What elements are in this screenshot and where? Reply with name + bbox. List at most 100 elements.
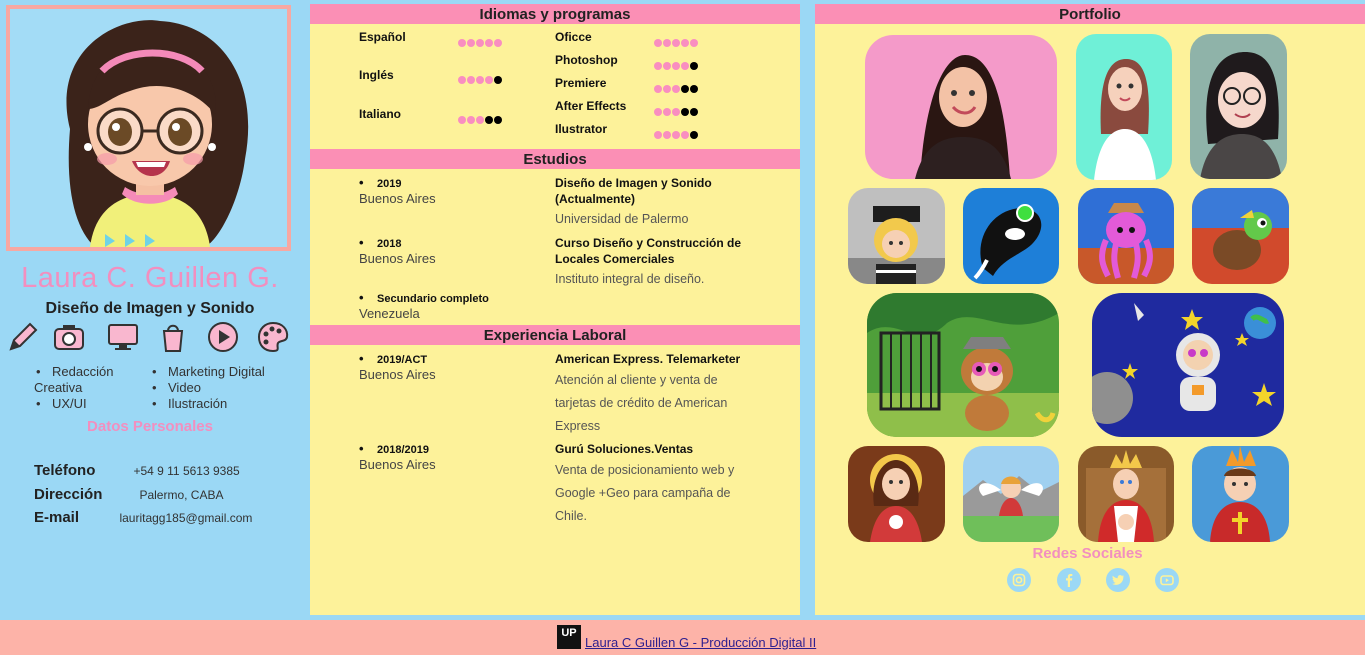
pencil-icon bbox=[9, 322, 38, 351]
program-label: Premiere bbox=[555, 76, 607, 90]
footer: UP Laura C Guillen G - Producción Digita… bbox=[0, 620, 1365, 655]
level-dots bbox=[654, 62, 698, 70]
level-dot-filled bbox=[672, 131, 680, 139]
shopping-bag-icon bbox=[162, 324, 184, 352]
program-label: Oficce bbox=[555, 30, 592, 44]
job-title: Gurú Soluciones.Ventas bbox=[555, 442, 694, 456]
portfolio-item-saint-1[interactable] bbox=[848, 446, 945, 542]
avatar-illustration bbox=[6, 5, 291, 251]
level-dot-filled bbox=[672, 108, 680, 116]
level-dot-filled bbox=[654, 131, 662, 139]
resume-main: Idiomas y programas Español Inglés Itali… bbox=[310, 4, 800, 615]
instagram-icon[interactable] bbox=[1007, 568, 1031, 592]
list-item: • UX/UI bbox=[36, 396, 87, 411]
level-dot-filled bbox=[663, 131, 671, 139]
studies-heading: Estudios bbox=[310, 149, 800, 169]
job-desc: Atención al cliente y venta de tarjetas … bbox=[555, 373, 728, 433]
level-dot-filled bbox=[654, 108, 662, 116]
level-dot-empty bbox=[494, 76, 502, 84]
level-dot-empty bbox=[681, 85, 689, 93]
portfolio-panel: Portfolio Redes Sociales bbox=[815, 4, 1365, 615]
portfolio-item-portrait-2[interactable] bbox=[1076, 34, 1172, 180]
level-dot-filled bbox=[485, 39, 493, 47]
language-label: Español bbox=[359, 30, 406, 44]
study-desc: Universidad de Palermo bbox=[555, 212, 689, 226]
portfolio-item-orca[interactable] bbox=[963, 188, 1059, 284]
level-dots bbox=[654, 39, 698, 47]
university-logo: UP bbox=[557, 625, 581, 649]
job-year: 2018/2019 bbox=[359, 441, 429, 456]
portfolio-item-monkey-jungle[interactable] bbox=[867, 293, 1059, 437]
level-dot-filled bbox=[663, 62, 671, 70]
level-dot-empty bbox=[690, 85, 698, 93]
job-year: 2019/ACT bbox=[359, 351, 427, 366]
twitter-icon[interactable] bbox=[1106, 568, 1130, 592]
program-label: After Effects bbox=[555, 99, 627, 113]
social-heading: Redes Sociales bbox=[1032, 545, 1143, 562]
level-dot-filled bbox=[467, 76, 475, 84]
study-year: Secundario completo bbox=[359, 290, 489, 305]
facebook-icon[interactable] bbox=[1057, 568, 1081, 592]
job-desc: Venta de posicionamiento web y Google +G… bbox=[555, 463, 735, 523]
level-dot-filled bbox=[476, 116, 484, 124]
level-dot-filled bbox=[663, 108, 671, 116]
level-dot-filled bbox=[681, 62, 689, 70]
study-place: Buenos Aires bbox=[359, 251, 436, 266]
portfolio-item-character-1[interactable] bbox=[848, 188, 945, 284]
level-dot-filled bbox=[672, 85, 680, 93]
study-title: Curso Diseño y Construcción de Locales C… bbox=[555, 236, 742, 266]
level-dot-empty bbox=[494, 116, 502, 124]
level-dot-filled bbox=[654, 62, 662, 70]
level-dot-filled bbox=[458, 116, 466, 124]
portfolio-item-portrait-3[interactable] bbox=[1190, 34, 1287, 179]
footer-link[interactable]: Laura C Guillen G - Producción Digital I… bbox=[585, 635, 816, 650]
experience-heading: Experiencia Laboral bbox=[310, 325, 800, 345]
list-item: • Video bbox=[152, 380, 202, 395]
portfolio-item-turtle[interactable] bbox=[1192, 188, 1289, 284]
portfolio-item-angel[interactable] bbox=[963, 446, 1059, 542]
personal-data-heading: Datos Personales bbox=[87, 418, 213, 435]
youtube-icon[interactable] bbox=[1155, 568, 1179, 592]
list-item: • Marketing Digital bbox=[152, 364, 265, 379]
level-dots bbox=[654, 108, 698, 116]
language-label: Inglés bbox=[359, 68, 394, 82]
palette-icon bbox=[257, 321, 289, 353]
portfolio-item-virgin[interactable] bbox=[1078, 446, 1174, 542]
level-dot-filled bbox=[672, 39, 680, 47]
study-year: 2018 bbox=[359, 235, 401, 250]
study-year: 2019 bbox=[359, 175, 401, 190]
level-dot-filled bbox=[476, 39, 484, 47]
level-dot-filled bbox=[654, 85, 662, 93]
study-desc: Instituto integral de diseño. bbox=[555, 272, 705, 286]
skill-icons-row bbox=[6, 320, 296, 358]
level-dot-filled bbox=[458, 39, 466, 47]
language-label: Italiano bbox=[359, 107, 402, 121]
level-dots bbox=[458, 39, 502, 47]
job-place: Buenos Aires bbox=[359, 457, 436, 472]
level-dot-filled bbox=[681, 131, 689, 139]
profile-name: Laura C. Guillen G. bbox=[21, 262, 279, 294]
level-dot-filled bbox=[681, 39, 689, 47]
program-label: Photoshop bbox=[555, 53, 618, 67]
portfolio-item-octopus[interactable] bbox=[1078, 188, 1174, 284]
list-item: • Redacción Creativa bbox=[34, 364, 114, 395]
level-dot-empty bbox=[485, 116, 493, 124]
study-place: Buenos Aires bbox=[359, 191, 436, 206]
portfolio-item-portrait-1[interactable] bbox=[865, 35, 1057, 179]
list-item: • Ilustración bbox=[152, 396, 228, 411]
level-dot-filled bbox=[476, 76, 484, 84]
contact-phone: Teléfono +54 9 11 5613 9385 bbox=[34, 462, 240, 479]
level-dot-filled bbox=[672, 62, 680, 70]
portfolio-item-astronaut[interactable] bbox=[1092, 293, 1284, 437]
monitor-icon bbox=[108, 324, 138, 350]
level-dots bbox=[654, 85, 698, 93]
level-dots bbox=[458, 116, 502, 124]
level-dot-empty bbox=[690, 108, 698, 116]
level-dot-empty bbox=[681, 108, 689, 116]
level-dot-filled bbox=[467, 39, 475, 47]
level-dot-filled bbox=[663, 85, 671, 93]
level-dot-filled bbox=[485, 76, 493, 84]
study-place: Venezuela bbox=[359, 306, 420, 321]
languages-heading: Idiomas y programas bbox=[310, 4, 800, 24]
portfolio-item-child-saint[interactable] bbox=[1192, 446, 1289, 542]
